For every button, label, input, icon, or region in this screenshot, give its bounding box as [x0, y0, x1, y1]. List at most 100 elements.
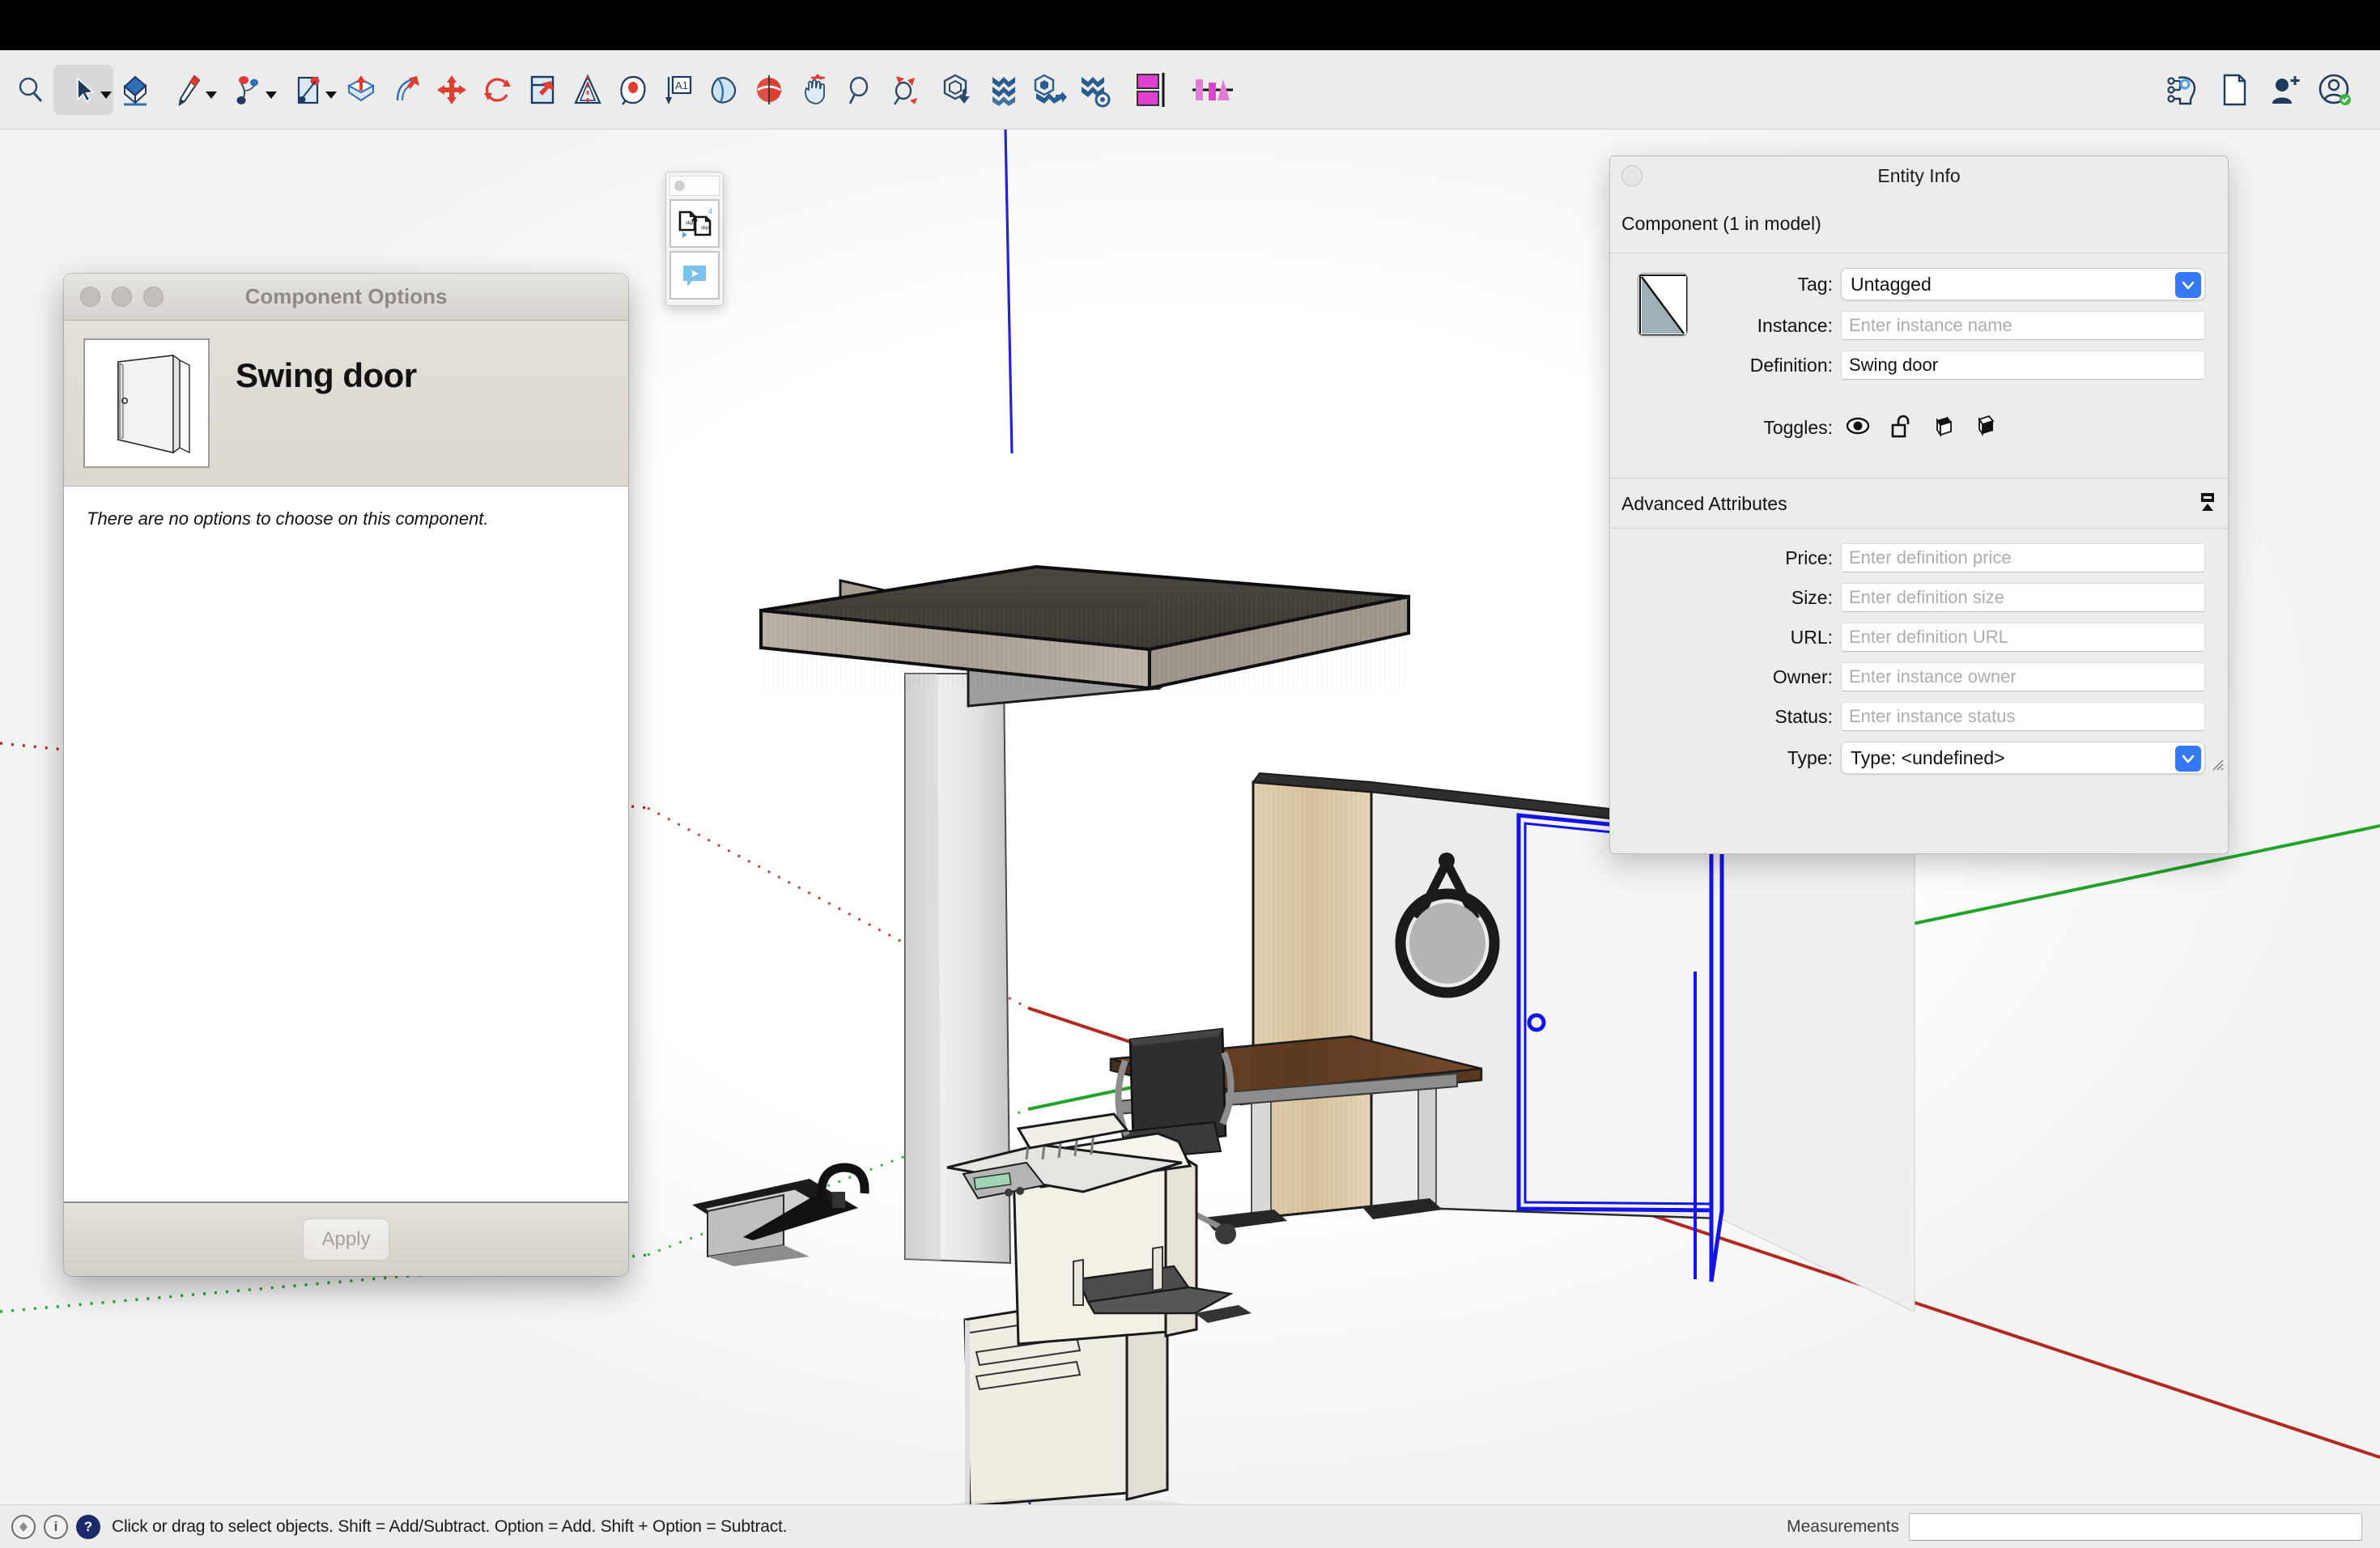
- orbit-icon[interactable]: [746, 65, 792, 115]
- url-label: URL:: [1610, 627, 1841, 649]
- extension-warehouse-icon[interactable]: [981, 65, 1026, 115]
- new-document-icon[interactable]: [2212, 65, 2257, 115]
- status-icon-group: i ?: [0, 1515, 100, 1539]
- zoom-extents-all-icon[interactable]: [882, 65, 928, 115]
- tape-measure-icon[interactable]: [610, 65, 656, 115]
- main-toolbar: A1: [0, 50, 2380, 130]
- receives-shadows-icon[interactable]: [1932, 414, 1954, 442]
- svg-text:4: 4: [708, 207, 712, 215]
- select-icon[interactable]: [53, 65, 113, 115]
- axis-blue-positive: [1005, 130, 1012, 453]
- dimension-icon[interactable]: A1: [656, 65, 701, 115]
- type-label: Type:: [1610, 747, 1841, 769]
- field-row-price: Price: Enter definition price: [1610, 543, 2228, 572]
- pan-icon[interactable]: [792, 65, 837, 115]
- chevron-down-icon[interactable]: [206, 91, 217, 99]
- field-row-url: URL: Enter definition URL: [1610, 623, 2228, 652]
- price-input[interactable]: Enter definition price: [1841, 543, 2205, 572]
- advanced-attributes-header[interactable]: Advanced Attributes: [1610, 478, 2228, 528]
- entity-type-label: Component (1 in model): [1610, 195, 2228, 253]
- definition-input[interactable]: Swing door: [1841, 351, 2205, 380]
- sketchup-window: A1: [0, 0, 2380, 1548]
- tag-select[interactable]: Untagged: [1841, 268, 2205, 300]
- zoom-extents-icon[interactable]: [8, 65, 53, 115]
- rotate-icon[interactable]: [474, 65, 520, 115]
- component-options-titlebar[interactable]: Component Options: [64, 274, 628, 321]
- field-row-size: Size: Enter definition size: [1610, 583, 2228, 612]
- component-name: Swing door: [236, 356, 417, 395]
- arc-icon[interactable]: [219, 65, 278, 115]
- measurements-group: Measurements: [1787, 1513, 2380, 1541]
- scenes-icon[interactable]: [1184, 65, 1242, 115]
- zoom-window-icon[interactable]: [837, 65, 882, 115]
- move-icon[interactable]: [429, 65, 474, 115]
- paint-bucket-icon[interactable]: [701, 65, 746, 115]
- owner-input[interactable]: Enter instance owner: [1841, 662, 2205, 691]
- entity-info-panel[interactable]: Entity Info Component (1 in model) Tag: …: [1609, 155, 2229, 854]
- chevron-down-icon[interactable]: [325, 91, 337, 99]
- status-input[interactable]: Enter instance status: [1841, 702, 2205, 731]
- type-value: Type: <undefined>: [1851, 747, 2005, 769]
- component-options-window[interactable]: Component Options Swing door There are n…: [64, 274, 628, 1276]
- entity-info-main: Tag: Untagged Instance: Enter instance n…: [1610, 253, 2228, 774]
- component-options-header: Swing door: [64, 321, 628, 487]
- component-download-icon[interactable]: [936, 65, 981, 115]
- size-input[interactable]: Enter definition size: [1841, 583, 2205, 612]
- info-circle-icon[interactable]: i: [44, 1515, 68, 1539]
- url-input[interactable]: Enter definition URL: [1841, 623, 2205, 652]
- help-circle-icon[interactable]: ?: [76, 1515, 100, 1539]
- field-row-status: Status: Enter instance status: [1610, 702, 2228, 731]
- status-message: Click or drag to select objects. Shift =…: [112, 1517, 787, 1537]
- entity-info-titlebar[interactable]: Entity Info: [1610, 156, 2228, 195]
- measurements-input[interactable]: [1909, 1513, 2362, 1541]
- unlock-icon[interactable]: [1889, 414, 1912, 442]
- add-user-icon[interactable]: [2262, 65, 2307, 115]
- scale-icon[interactable]: [520, 65, 565, 115]
- palette-drag-handle[interactable]: [669, 176, 720, 196]
- layout-icon[interactable]: [1125, 65, 1184, 115]
- visibility-eye-icon[interactable]: [1846, 415, 1870, 440]
- toolbar-right-group: [2161, 65, 2380, 115]
- casts-shadows-icon[interactable]: [1974, 414, 1996, 442]
- entity-info-title: Entity Info: [1610, 165, 2228, 187]
- offset-icon[interactable]: [565, 65, 610, 115]
- price-label: Price:: [1610, 547, 1841, 569]
- component-options-body: There are no options to choose on this c…: [64, 487, 628, 1201]
- swing-door-thumbnail: [83, 338, 210, 468]
- chevron-down-icon[interactable]: [266, 91, 277, 99]
- apply-button[interactable]: Apply: [303, 1218, 389, 1261]
- field-row-tag: Tag: Untagged: [1610, 268, 2228, 300]
- palette-knob: [674, 181, 685, 191]
- chevron-down-icon[interactable]: [100, 91, 112, 99]
- push-pull-icon[interactable]: [338, 65, 384, 115]
- svg-text:skp: skp: [686, 221, 694, 226]
- svg-text:skp: skp: [701, 226, 709, 231]
- eraser-icon[interactable]: [113, 65, 159, 115]
- account-avatar-icon[interactable]: [2312, 65, 2357, 115]
- type-select[interactable]: Type: <undefined>: [1841, 742, 2205, 774]
- share-component-icon[interactable]: [1026, 65, 1072, 115]
- status-bar: i ? Click or drag to select objects. Shi…: [0, 1504, 2380, 1548]
- toggles-label: Toggles:: [1610, 417, 1841, 439]
- comments-icon[interactable]: [669, 251, 720, 300]
- compare-documents-icon[interactable]: skp skp 4: [669, 199, 720, 248]
- location-pin-icon[interactable]: [11, 1515, 36, 1539]
- toolbar-left-group: A1: [0, 65, 1242, 115]
- field-row-type: Type: Type: <undefined>: [1610, 742, 2228, 774]
- ai-assistant-icon[interactable]: [2161, 65, 2207, 115]
- rectangle-icon[interactable]: [278, 65, 338, 115]
- component-face-swatch: [1638, 273, 1688, 336]
- field-row-definition: Definition: Swing door: [1610, 351, 2228, 380]
- tag-value: Untagged: [1851, 274, 1932, 296]
- collapse-toggle-icon[interactable]: [2199, 491, 2216, 517]
- instance-input[interactable]: Enter instance name: [1841, 311, 2205, 340]
- chevron-down-icon[interactable]: [2175, 746, 2201, 772]
- chevron-down-icon[interactable]: [2175, 272, 2201, 298]
- follow-me-icon[interactable]: [384, 65, 429, 115]
- resize-grip-icon[interactable]: [2209, 756, 2224, 771]
- owner-label: Owner:: [1610, 666, 1841, 688]
- size-label: Size:: [1610, 587, 1841, 609]
- pencil-icon[interactable]: [159, 65, 219, 115]
- mini-floating-palette[interactable]: skp skp 4: [665, 172, 724, 306]
- extension-manager-icon[interactable]: [1072, 65, 1117, 115]
